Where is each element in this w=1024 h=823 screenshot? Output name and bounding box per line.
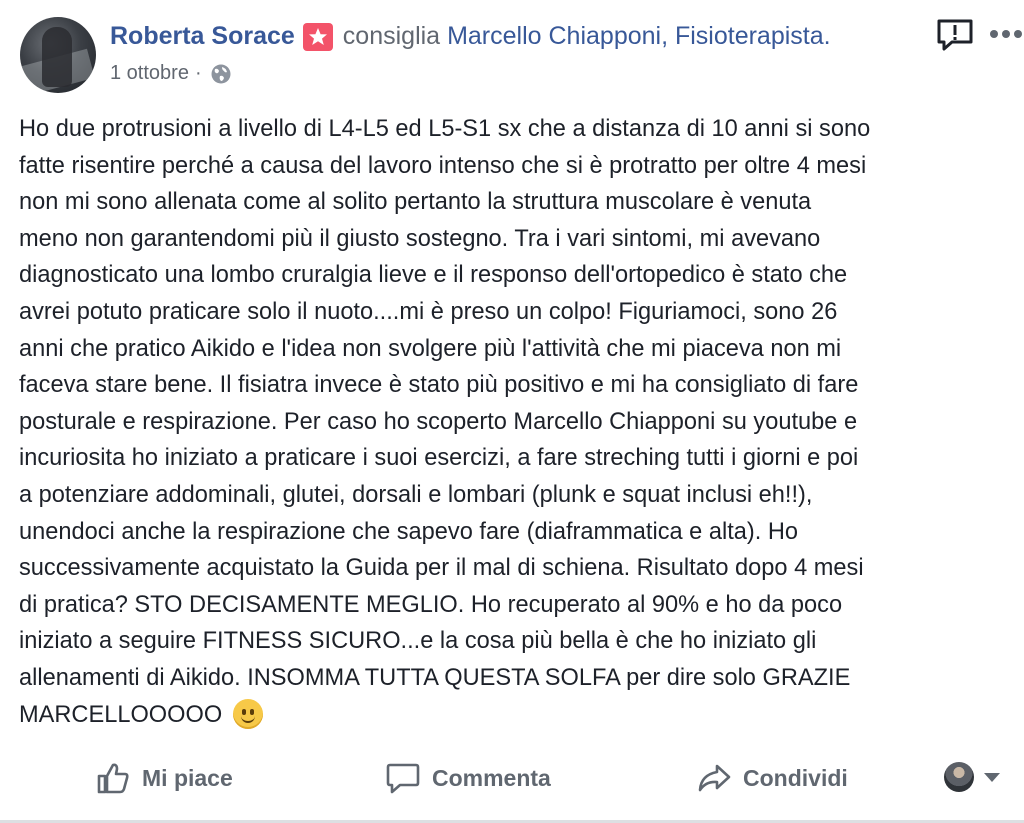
like-button[interactable]: Mi piace: [96, 762, 233, 794]
page-mini-avatar: [944, 762, 974, 792]
avatar-figure: [42, 27, 72, 87]
post-meta: 1 ottobre ·: [110, 62, 232, 85]
post-body: Ho due protrusioni a livello di L4-L5 ed…: [19, 111, 1019, 733]
recommend-verb: consiglia: [342, 22, 441, 50]
report-icon[interactable]: [936, 18, 974, 52]
post-text-line: avrei potuto praticare solo il nuoto....…: [19, 298, 838, 325]
like-icon: [97, 763, 129, 794]
post-header: Roberta Sorace consiglia Marcello Chiapp…: [0, 0, 1024, 100]
post-text-line: faceva stare bene. Il fisiatra invece è …: [19, 372, 859, 399]
post-text-line: allenamenti di Aikido. INSOMMA TUTTA QUE…: [19, 664, 851, 691]
post-text-line: anni che pratico Aikido e l'idea non svo…: [19, 335, 842, 362]
author-name[interactable]: Roberta Sorace: [110, 22, 295, 51]
post-date[interactable]: 1 ottobre: [110, 62, 189, 85]
post-text-last-line: MARCELLOOOOO: [19, 697, 1019, 734]
chevron-down-icon: [984, 772, 1000, 782]
share-label: Condividi: [743, 764, 848, 791]
post-text-last-words: MARCELLOOOOO: [19, 701, 223, 728]
post-text-line: meno non garantendomi più il giusto sost…: [19, 225, 821, 252]
globe-icon[interactable]: [210, 63, 232, 85]
meta-separator: ·: [194, 62, 202, 84]
comment-button[interactable]: Commenta: [386, 762, 551, 794]
smile-emoji-icon: [232, 698, 263, 729]
comment-icon: [386, 763, 420, 794]
reaction-identity-selector[interactable]: [944, 762, 1000, 792]
post-text-line: successivamente acquistato la Guida per …: [19, 555, 864, 582]
post-text-line: fatte risentire perché a causa del lavor…: [19, 152, 867, 179]
star-badge-icon: [302, 22, 333, 51]
post-text-line: non mi sono allenata come al solito pert…: [19, 189, 812, 216]
post-text-line: a potenziare addominali, glutei, dorsali…: [19, 481, 813, 508]
post-text-line: di pratica? STO DECISAMENTE MEGLIO. Ho r…: [19, 591, 843, 618]
author-avatar[interactable]: [20, 17, 96, 93]
like-label: Mi piace: [142, 764, 233, 791]
post-text-line: unendoci anche la respirazione che sapev…: [19, 518, 799, 545]
share-button[interactable]: Condividi: [697, 762, 848, 794]
share-icon: [698, 764, 731, 792]
post-text-line: iniziato a seguire FITNESS SICURO...e la…: [19, 628, 817, 655]
more-icon[interactable]: [988, 28, 1024, 40]
post-text-line: posturale e respirazione. Per caso ho sc…: [19, 408, 858, 435]
post-text-line: Ho due protrusioni a livello di L4-L5 ed…: [19, 116, 871, 142]
post-text-line: diagnosticato una lombo cruralgia lieve …: [19, 262, 848, 289]
action-bar: Mi piace Commenta Condividi: [0, 752, 1024, 812]
comment-label: Commenta: [432, 764, 551, 791]
post-title-line: Roberta Sorace consiglia Marcello Chiapp…: [110, 22, 831, 51]
post-text-line: incuriosita ho iniziato a praticare i su…: [19, 445, 859, 472]
page-name-link[interactable]: Marcello Chiapponi, Fisioterapista.: [447, 22, 831, 51]
